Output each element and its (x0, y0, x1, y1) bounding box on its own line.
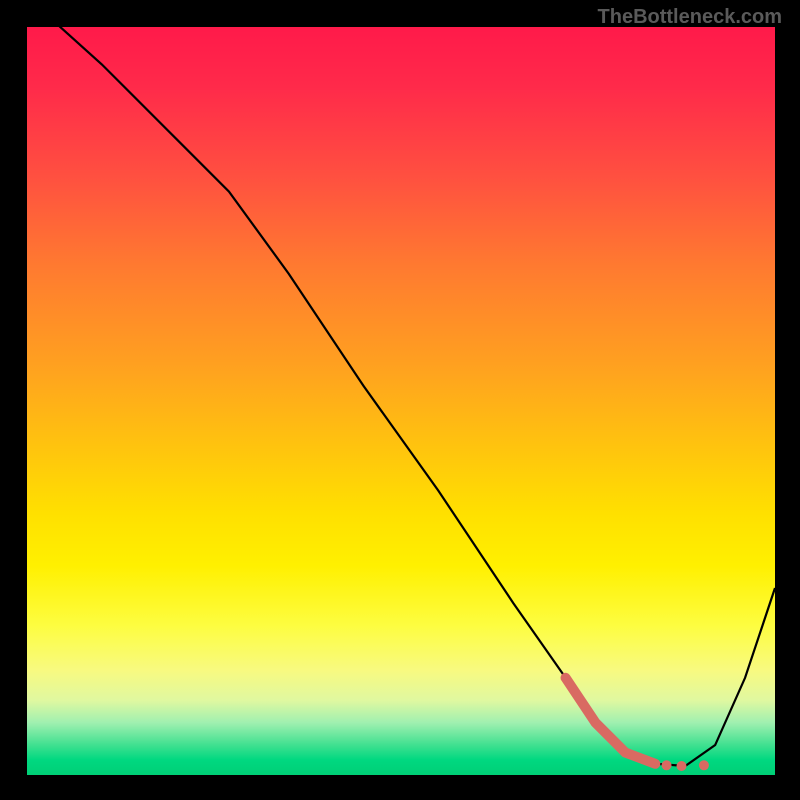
curve-line (27, 27, 775, 766)
highlight-segment (566, 678, 656, 764)
chart-svg (27, 27, 775, 775)
watermark-text: TheBottleneck.com (598, 6, 782, 29)
highlight-dots (662, 760, 709, 771)
plot-area (27, 27, 775, 775)
highlight-dot (662, 760, 672, 770)
highlight-dot (677, 761, 687, 771)
highlight-dot (699, 760, 709, 770)
